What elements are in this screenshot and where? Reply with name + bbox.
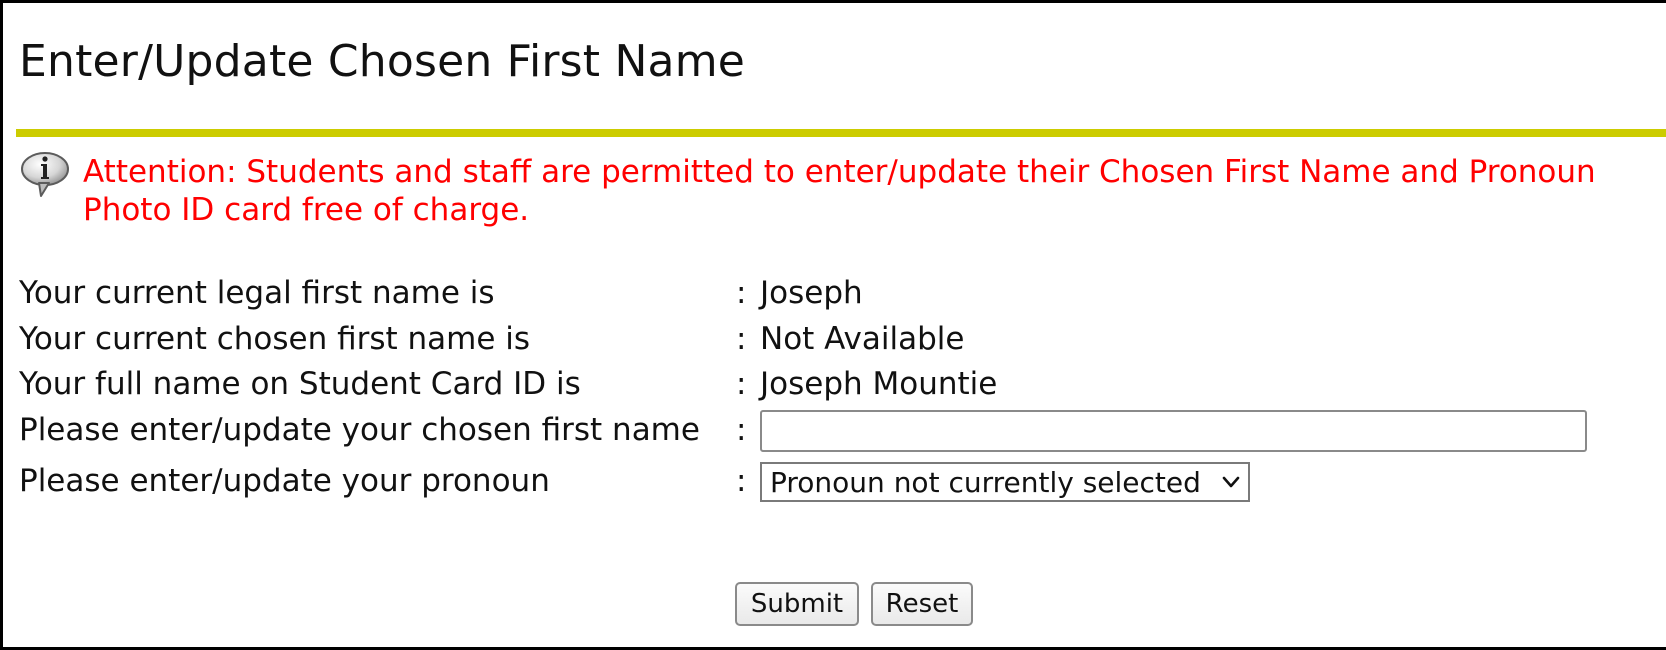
legal-first-name-label: Your current legal first name is	[19, 275, 495, 311]
enter-pronoun-label: Please enter/update your pronoun	[19, 463, 550, 499]
chevron-down-icon	[1222, 476, 1240, 488]
pronoun-select[interactable]: Pronoun not currently selected	[760, 462, 1250, 502]
attention-line-1: Attention: Students and staff are permit…	[83, 154, 1596, 190]
chosen-first-name-colon: :	[736, 321, 747, 357]
chosen-first-name-value: Not Available	[760, 321, 965, 357]
enter-pronoun-colon: :	[736, 463, 747, 499]
chosen-first-name-input[interactable]	[760, 410, 1587, 452]
page-title: Enter/Update Chosen First Name	[19, 36, 746, 87]
page-frame: Enter/Update Chosen First Name Attention…	[0, 0, 1666, 650]
student-card-name-label: Your full name on Student Card ID is	[19, 366, 581, 402]
info-speech-bubble-icon	[21, 152, 69, 197]
student-card-name-value: Joseph Mountie	[760, 366, 998, 402]
attention-line-2: Photo ID card free of charge.	[83, 192, 530, 228]
enter-chosen-name-label: Please enter/update your chosen first na…	[19, 412, 700, 448]
reset-button[interactable]: Reset	[871, 582, 973, 626]
legal-first-name-colon: :	[736, 275, 747, 311]
chosen-first-name-label: Your current chosen first name is	[19, 321, 531, 357]
attention-message: Attention: Students and staff are permit…	[83, 153, 1666, 229]
pronoun-select-value: Pronoun not currently selected	[770, 465, 1201, 499]
title-divider	[16, 129, 1666, 137]
enter-chosen-name-colon: :	[736, 412, 747, 448]
student-card-name-colon: :	[736, 366, 747, 402]
legal-first-name-value: Joseph	[760, 275, 863, 311]
submit-button[interactable]: Submit	[735, 582, 859, 626]
